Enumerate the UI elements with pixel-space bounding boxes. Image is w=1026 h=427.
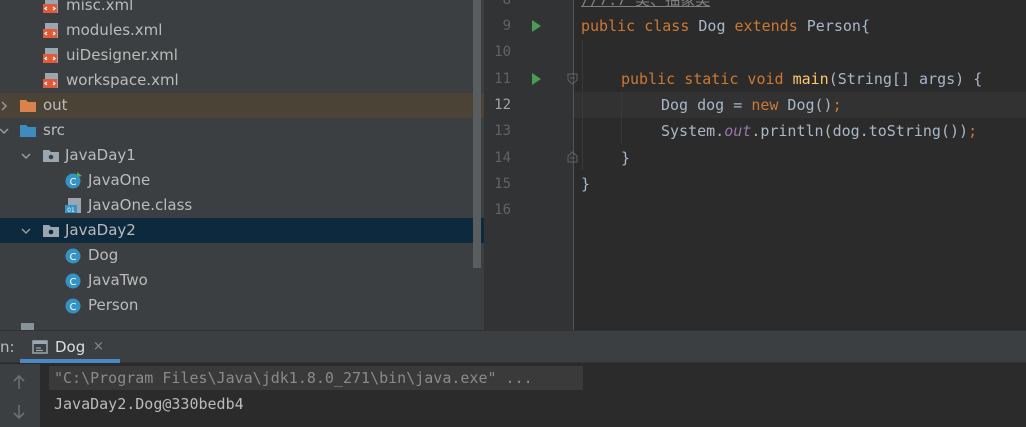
tree-item-label: JavaOne.class <box>88 196 193 214</box>
arrow-up-icon[interactable] <box>12 374 26 390</box>
code-text: (String[] args) { <box>828 70 983 88</box>
line-number: 13 <box>494 123 511 139</box>
line-number: 10 <box>494 44 511 60</box>
run-class-icon[interactable] <box>531 20 541 32</box>
code-line-new-dog: Dog dog = new Dog(); <box>661 92 842 118</box>
run-main-icon[interactable] <box>531 73 541 85</box>
indent-guide <box>621 92 622 144</box>
code-text: Dog dog = <box>661 96 752 114</box>
code-line-main-decl: public static void main(String[] args) { <box>621 66 982 92</box>
folder-orange-icon <box>20 100 36 112</box>
tree-item-uidesigner-xml[interactable]: uiDesigner.xml <box>0 43 484 68</box>
tree-item-label: modules.xml <box>66 21 163 39</box>
fold-collapse-icon[interactable] <box>567 73 578 85</box>
tree-item-label: Dog <box>88 246 119 264</box>
package-icon <box>43 150 59 162</box>
project-tree: misc.xml modules.xml uiDesigner.xml work… <box>0 0 484 330</box>
tree-item-label: JavaDay1 <box>65 146 136 164</box>
svg-text:C: C <box>70 277 77 288</box>
code-line-close-brace: } <box>621 149 631 167</box>
code-semicolon: ; <box>968 122 978 140</box>
svg-text:C: C <box>70 252 77 263</box>
tree-item-dog[interactable]: C Dog <box>0 243 484 268</box>
console-toolbar <box>0 364 40 427</box>
code-keyword: extends <box>734 17 798 35</box>
tree-item-label: JavaTwo <box>88 271 148 289</box>
class-file-icon: 01 <box>65 198 81 214</box>
java-class-icon: C <box>65 298 81 314</box>
tree-item-javaone-class[interactable]: 01 JavaOne.class <box>0 193 484 218</box>
code-function-name: main <box>792 70 829 88</box>
code-static-field: out <box>724 122 752 140</box>
xml-file-icon <box>43 23 58 38</box>
tree-item-modules-xml[interactable]: modules.xml <box>0 18 484 43</box>
console-command-line[interactable]: "C:\Program Files\Java\jdk1.8.0_271\bin\… <box>54 365 533 391</box>
run-panel-label: n: <box>0 338 15 356</box>
code-keyword: public static void <box>621 70 784 88</box>
code-line-println: System.out.println(dog.toString()); <box>661 118 977 144</box>
package-icon <box>43 225 59 237</box>
module-file-icon <box>21 323 34 330</box>
svg-text:C: C <box>70 177 77 188</box>
tree-item-javaone[interactable]: C JavaOne <box>0 168 484 193</box>
tree-item-person[interactable]: C Person <box>0 293 484 318</box>
java-class-icon: C <box>65 172 82 189</box>
chevron-down-icon[interactable] <box>20 218 32 243</box>
line-number: 16 <box>494 202 511 218</box>
line-number: 14 <box>494 150 511 166</box>
tree-item-javatwo[interactable]: C JavaTwo <box>0 268 484 293</box>
tree-item-src[interactable]: src <box>0 118 484 143</box>
line-number: 8 <box>502 0 511 8</box>
run-panel-header: n: Dog × <box>0 331 1026 363</box>
tree-item-label: JavaDay2 <box>65 221 136 239</box>
line-number-current: 12 <box>494 97 511 113</box>
folder-blue-icon <box>20 125 36 137</box>
tree-item-label: misc.xml <box>66 0 134 14</box>
fold-end-icon[interactable] <box>567 151 578 163</box>
code-semicolon: ; <box>832 96 842 114</box>
java-class-icon: C <box>65 273 81 289</box>
code-line-close-brace: } <box>581 175 591 193</box>
java-class-icon: C <box>65 248 81 264</box>
line-number: 11 <box>494 71 511 87</box>
active-tab-indicator <box>20 359 120 363</box>
code-keyword: public class <box>581 17 690 35</box>
line-number: 9 <box>502 18 511 34</box>
code-text: Person{ <box>797 17 870 35</box>
code-line-class-decl: public class Dog extends Person{ <box>581 13 870 39</box>
code-text: Dog() <box>778 96 833 114</box>
line-number: 15 <box>494 176 511 192</box>
svg-text:01: 01 <box>67 207 75 214</box>
code-editor[interactable] <box>574 0 1026 330</box>
console-output-line[interactable]: JavaDay2.Dog@330bedb4 <box>54 391 244 417</box>
xml-file-icon <box>43 73 58 88</box>
tree-item-partial[interactable] <box>0 318 484 330</box>
xml-file-icon <box>43 48 58 63</box>
code-keyword: new <box>751 96 779 114</box>
tree-item-javaday1[interactable]: JavaDay1 <box>0 143 484 168</box>
code-line-comment: //7.7 类、抽象类 <box>581 0 711 9</box>
tree-item-misc-xml[interactable]: misc.xml <box>0 0 484 18</box>
xml-file-icon <box>43 0 58 13</box>
tree-item-out[interactable]: out <box>0 93 484 118</box>
tree-item-workspace-xml[interactable]: workspace.xml <box>0 68 484 93</box>
code-text: .println(dog.toString()) <box>751 122 969 140</box>
chevron-down-icon[interactable] <box>20 143 32 168</box>
chevron-down-icon[interactable] <box>0 118 10 143</box>
tree-item-label: src <box>43 121 65 139</box>
arrow-down-icon[interactable] <box>12 404 26 420</box>
tree-scrollbar[interactable] <box>473 0 481 268</box>
code-text: Dog <box>689 17 735 35</box>
indent-guide <box>582 40 583 170</box>
tree-item-label: workspace.xml <box>66 71 179 89</box>
console-icon <box>32 340 48 354</box>
tree-item-label: Person <box>88 296 139 314</box>
svg-text:C: C <box>70 302 77 313</box>
tree-item-javaday2[interactable]: JavaDay2 <box>0 218 484 243</box>
tree-item-label: out <box>43 96 68 114</box>
tree-item-label: uiDesigner.xml <box>66 46 178 64</box>
chevron-right-icon[interactable] <box>0 93 10 118</box>
code-text: System. <box>661 122 725 140</box>
tree-item-label: JavaOne <box>88 171 151 189</box>
